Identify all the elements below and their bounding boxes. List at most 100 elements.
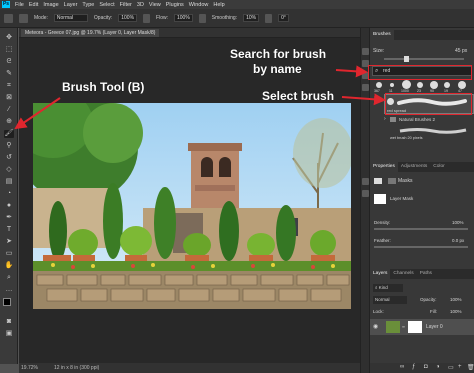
path-select-tool-icon[interactable]: ➤ [4, 238, 14, 246]
move-tool-icon[interactable]: ✥ [4, 34, 14, 42]
brush-preset-tip[interactable] [430, 81, 438, 89]
brush-size-slider[interactable] [384, 56, 464, 62]
airbrush-icon[interactable] [198, 13, 206, 23]
layer-filter-kind[interactable]: ⌕ Kind [373, 284, 403, 292]
menu-file[interactable]: File [15, 2, 24, 8]
layer-mask-thumbnail[interactable] [408, 321, 422, 333]
link-layers-icon[interactable]: ∞ [400, 364, 404, 370]
menu-edit[interactable]: Edit [29, 2, 38, 8]
tab-properties[interactable]: Properties [370, 162, 398, 172]
history-panel-icon[interactable] [362, 48, 369, 55]
brush-preset-icon[interactable] [4, 13, 13, 23]
more-tools-icon[interactable]: … [4, 286, 14, 294]
layer-thumbnail [386, 321, 400, 333]
tab-paths[interactable]: Paths [417, 269, 435, 279]
dodge-tool-icon[interactable]: ● [4, 202, 14, 210]
layer-opacity-value[interactable]: 100% [450, 297, 462, 302]
foreground-color-swatch[interactable] [3, 298, 11, 306]
new-layer-icon[interactable]: + [458, 364, 462, 370]
clone-stamp-tool-icon[interactable]: ⚲ [4, 142, 14, 150]
tab-layers[interactable]: Layers [370, 269, 391, 279]
eye-icon[interactable]: ◉ [373, 323, 378, 330]
tab-channels[interactable]: Channels [390, 269, 416, 279]
mode-select[interactable]: Normal [53, 14, 88, 22]
screen-mode-icon[interactable]: ▣ [4, 330, 14, 338]
menu-view[interactable]: View [149, 2, 161, 8]
vector-mask-icon[interactable] [388, 178, 396, 184]
healing-brush-tool-icon[interactable]: ⊕ [4, 118, 14, 126]
quick-select-tool-icon[interactable]: ✎ [4, 70, 14, 78]
brush-preset-tip[interactable] [458, 81, 466, 89]
density-value[interactable]: 100% [452, 220, 464, 225]
layer-row[interactable]: ◉ ∞ Layer 0 [370, 319, 474, 335]
eraser-tool-icon[interactable]: ◇ [4, 166, 14, 174]
swatches-panel-icon[interactable] [362, 178, 369, 185]
menu-image[interactable]: Image [43, 2, 58, 8]
add-mask-icon[interactable]: ◘ [424, 364, 428, 370]
blend-mode-select[interactable]: Normal [373, 296, 407, 304]
eyedropper-tool-icon[interactable]: ⁄ [4, 106, 14, 114]
zoom-tool-icon[interactable]: ⌕ [4, 274, 14, 282]
menu-3d[interactable]: 3D [137, 2, 144, 8]
new-group-icon[interactable]: ▭ [448, 364, 454, 371]
crop-tool-icon[interactable]: ⌗ [4, 82, 14, 90]
quick-mask-icon[interactable]: ◙ [4, 318, 14, 326]
layers-panel-tabs: Layers Channels Paths [370, 269, 474, 279]
menu-help[interactable]: Help [213, 2, 224, 8]
brush-preset-tip[interactable] [376, 82, 382, 88]
type-tool-icon[interactable]: T [4, 226, 14, 234]
chain-link-icon[interactable]: ∞ [402, 324, 405, 329]
brush-size-slider-handle[interactable] [404, 56, 409, 62]
brush-size-value[interactable]: 45 px [455, 48, 467, 54]
character-panel-icon[interactable] [362, 84, 369, 91]
pressure-opacity-icon[interactable] [143, 13, 151, 23]
recent-brush-presets: 367 11 1000 23 90 19 47 [372, 80, 472, 94]
zoom-level[interactable]: 19.72% [21, 365, 38, 371]
folder-icon [390, 117, 396, 122]
libraries-panel-icon[interactable] [362, 190, 369, 197]
menu-layer[interactable]: Layer [64, 2, 78, 8]
menu-filter[interactable]: Filter [120, 2, 132, 8]
fx-icon[interactable]: ƒ [412, 364, 415, 370]
brush-preset-tip[interactable] [444, 82, 450, 88]
gear-icon[interactable] [265, 13, 273, 23]
pen-tool-icon[interactable]: ✒ [4, 214, 14, 222]
brush-settings-icon[interactable] [19, 13, 28, 23]
menu-select[interactable]: Select [99, 2, 114, 8]
tab-adjustments[interactable]: Adjustments [398, 162, 430, 172]
trash-icon[interactable]: 🗑 [467, 364, 474, 371]
frame-tool-icon[interactable]: ⊠ [4, 94, 14, 102]
feather-slider[interactable] [374, 246, 468, 248]
smoothing-field[interactable]: 10% [243, 14, 260, 22]
tab-brushes[interactable]: Brushes [370, 30, 394, 40]
menu-type[interactable]: Type [82, 2, 94, 8]
adjustment-layer-icon[interactable]: ◑ [436, 364, 440, 370]
tab-color[interactable]: Color [430, 162, 447, 172]
menu-plugins[interactable]: Plugins [166, 2, 184, 8]
brush-item[interactable]: wet brush 20 pixels [390, 126, 474, 142]
gradient-tool-icon[interactable]: ▤ [4, 178, 14, 186]
feather-value[interactable]: 0.0 px [452, 238, 464, 243]
layer-name[interactable]: Layer 0 [426, 324, 443, 330]
brush-tool-icon[interactable]: 🖌 [4, 130, 14, 138]
brush-preset-tip[interactable] [417, 82, 423, 88]
callout-select-brush: Select brush [262, 89, 335, 103]
layers-panel-footer: ∞ ƒ ◘ ◑ ▭ + 🗑 [370, 363, 474, 373]
brush-preset-tip[interactable] [390, 83, 394, 87]
opacity-field[interactable]: 100% [118, 14, 138, 22]
pixel-mask-icon[interactable] [374, 178, 382, 184]
history-brush-tool-icon[interactable]: ↺ [4, 154, 14, 162]
marquee-tool-icon[interactable]: ⬚ [4, 46, 14, 54]
menu-window[interactable]: Window [189, 2, 209, 8]
blur-tool-icon[interactable]: ◔ [4, 190, 14, 198]
angle-field[interactable]: 0° [278, 14, 289, 22]
fill-value[interactable]: 100% [450, 309, 462, 314]
shape-tool-icon[interactable]: ▭ [4, 250, 14, 258]
flow-field[interactable]: 100% [174, 14, 193, 22]
lasso-tool-icon[interactable]: ᘓ [4, 58, 14, 66]
document-tab[interactable]: Meteora - Greece 07.jpg @ 19.7% (Layer 0… [21, 29, 160, 37]
density-slider[interactable] [374, 228, 468, 230]
hand-tool-icon[interactable]: ✋ [4, 262, 14, 270]
brush-preset-tip[interactable] [402, 80, 411, 89]
brush-group[interactable]: › Natural Brushes 2 [384, 116, 474, 124]
